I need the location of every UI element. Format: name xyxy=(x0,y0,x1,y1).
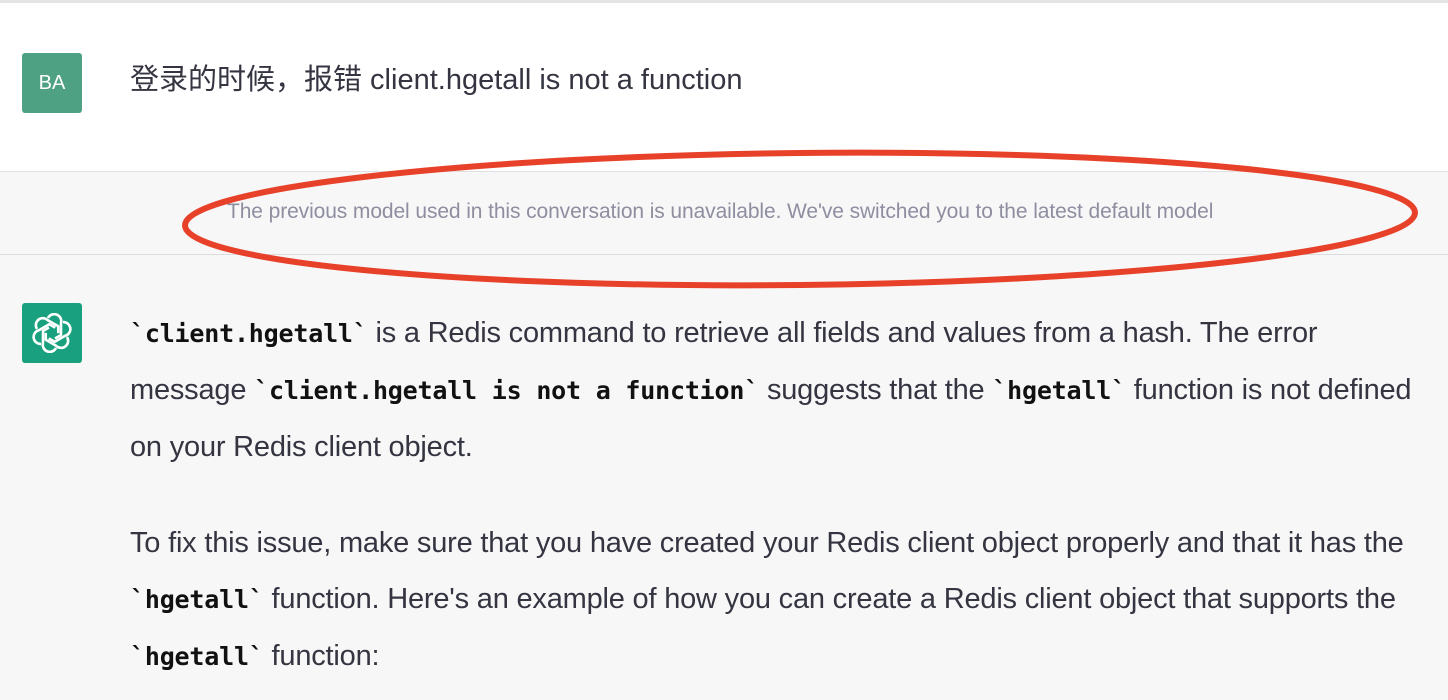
model-switch-notice: The previous model used in this conversa… xyxy=(0,172,1448,255)
user-message-text: 登录的时候，报错 client.hgetall is not a functio… xyxy=(130,64,743,96)
inline-code: `client.hgetall is not a function` xyxy=(254,376,760,405)
answer-paragraph-1: `client.hgetall` is a Redis command to r… xyxy=(130,305,1440,475)
inline-code: `hgetall` xyxy=(130,642,264,671)
user-message-row: BA 登录的时候，报错 client.hgetall is not a func… xyxy=(0,3,1448,172)
answer-text: To fix this issue, make sure that you ha… xyxy=(130,527,1404,559)
inline-code: `client.hgetall` xyxy=(130,319,368,348)
inline-code: `hgetall` xyxy=(992,376,1126,405)
assistant-message-row: `client.hgetall` is a Redis command to r… xyxy=(0,255,1448,700)
assistant-avatar xyxy=(22,303,82,363)
answer-paragraph-2: To fix this issue, make sure that you ha… xyxy=(130,515,1440,685)
model-switch-notice-text: The previous model used in this conversa… xyxy=(227,200,1214,223)
assistant-message-content: `client.hgetall` is a Redis command to r… xyxy=(130,305,1440,685)
inline-code: `hgetall` xyxy=(130,585,264,614)
user-avatar: BA xyxy=(22,53,82,113)
answer-text: suggests that the xyxy=(759,374,993,406)
openai-logo-icon xyxy=(32,313,72,353)
answer-text: function. Here's an example of how you c… xyxy=(263,583,1396,615)
chat-page: BA 登录的时候，报错 client.hgetall is not a func… xyxy=(0,0,1448,700)
answer-text: function: xyxy=(263,640,380,672)
